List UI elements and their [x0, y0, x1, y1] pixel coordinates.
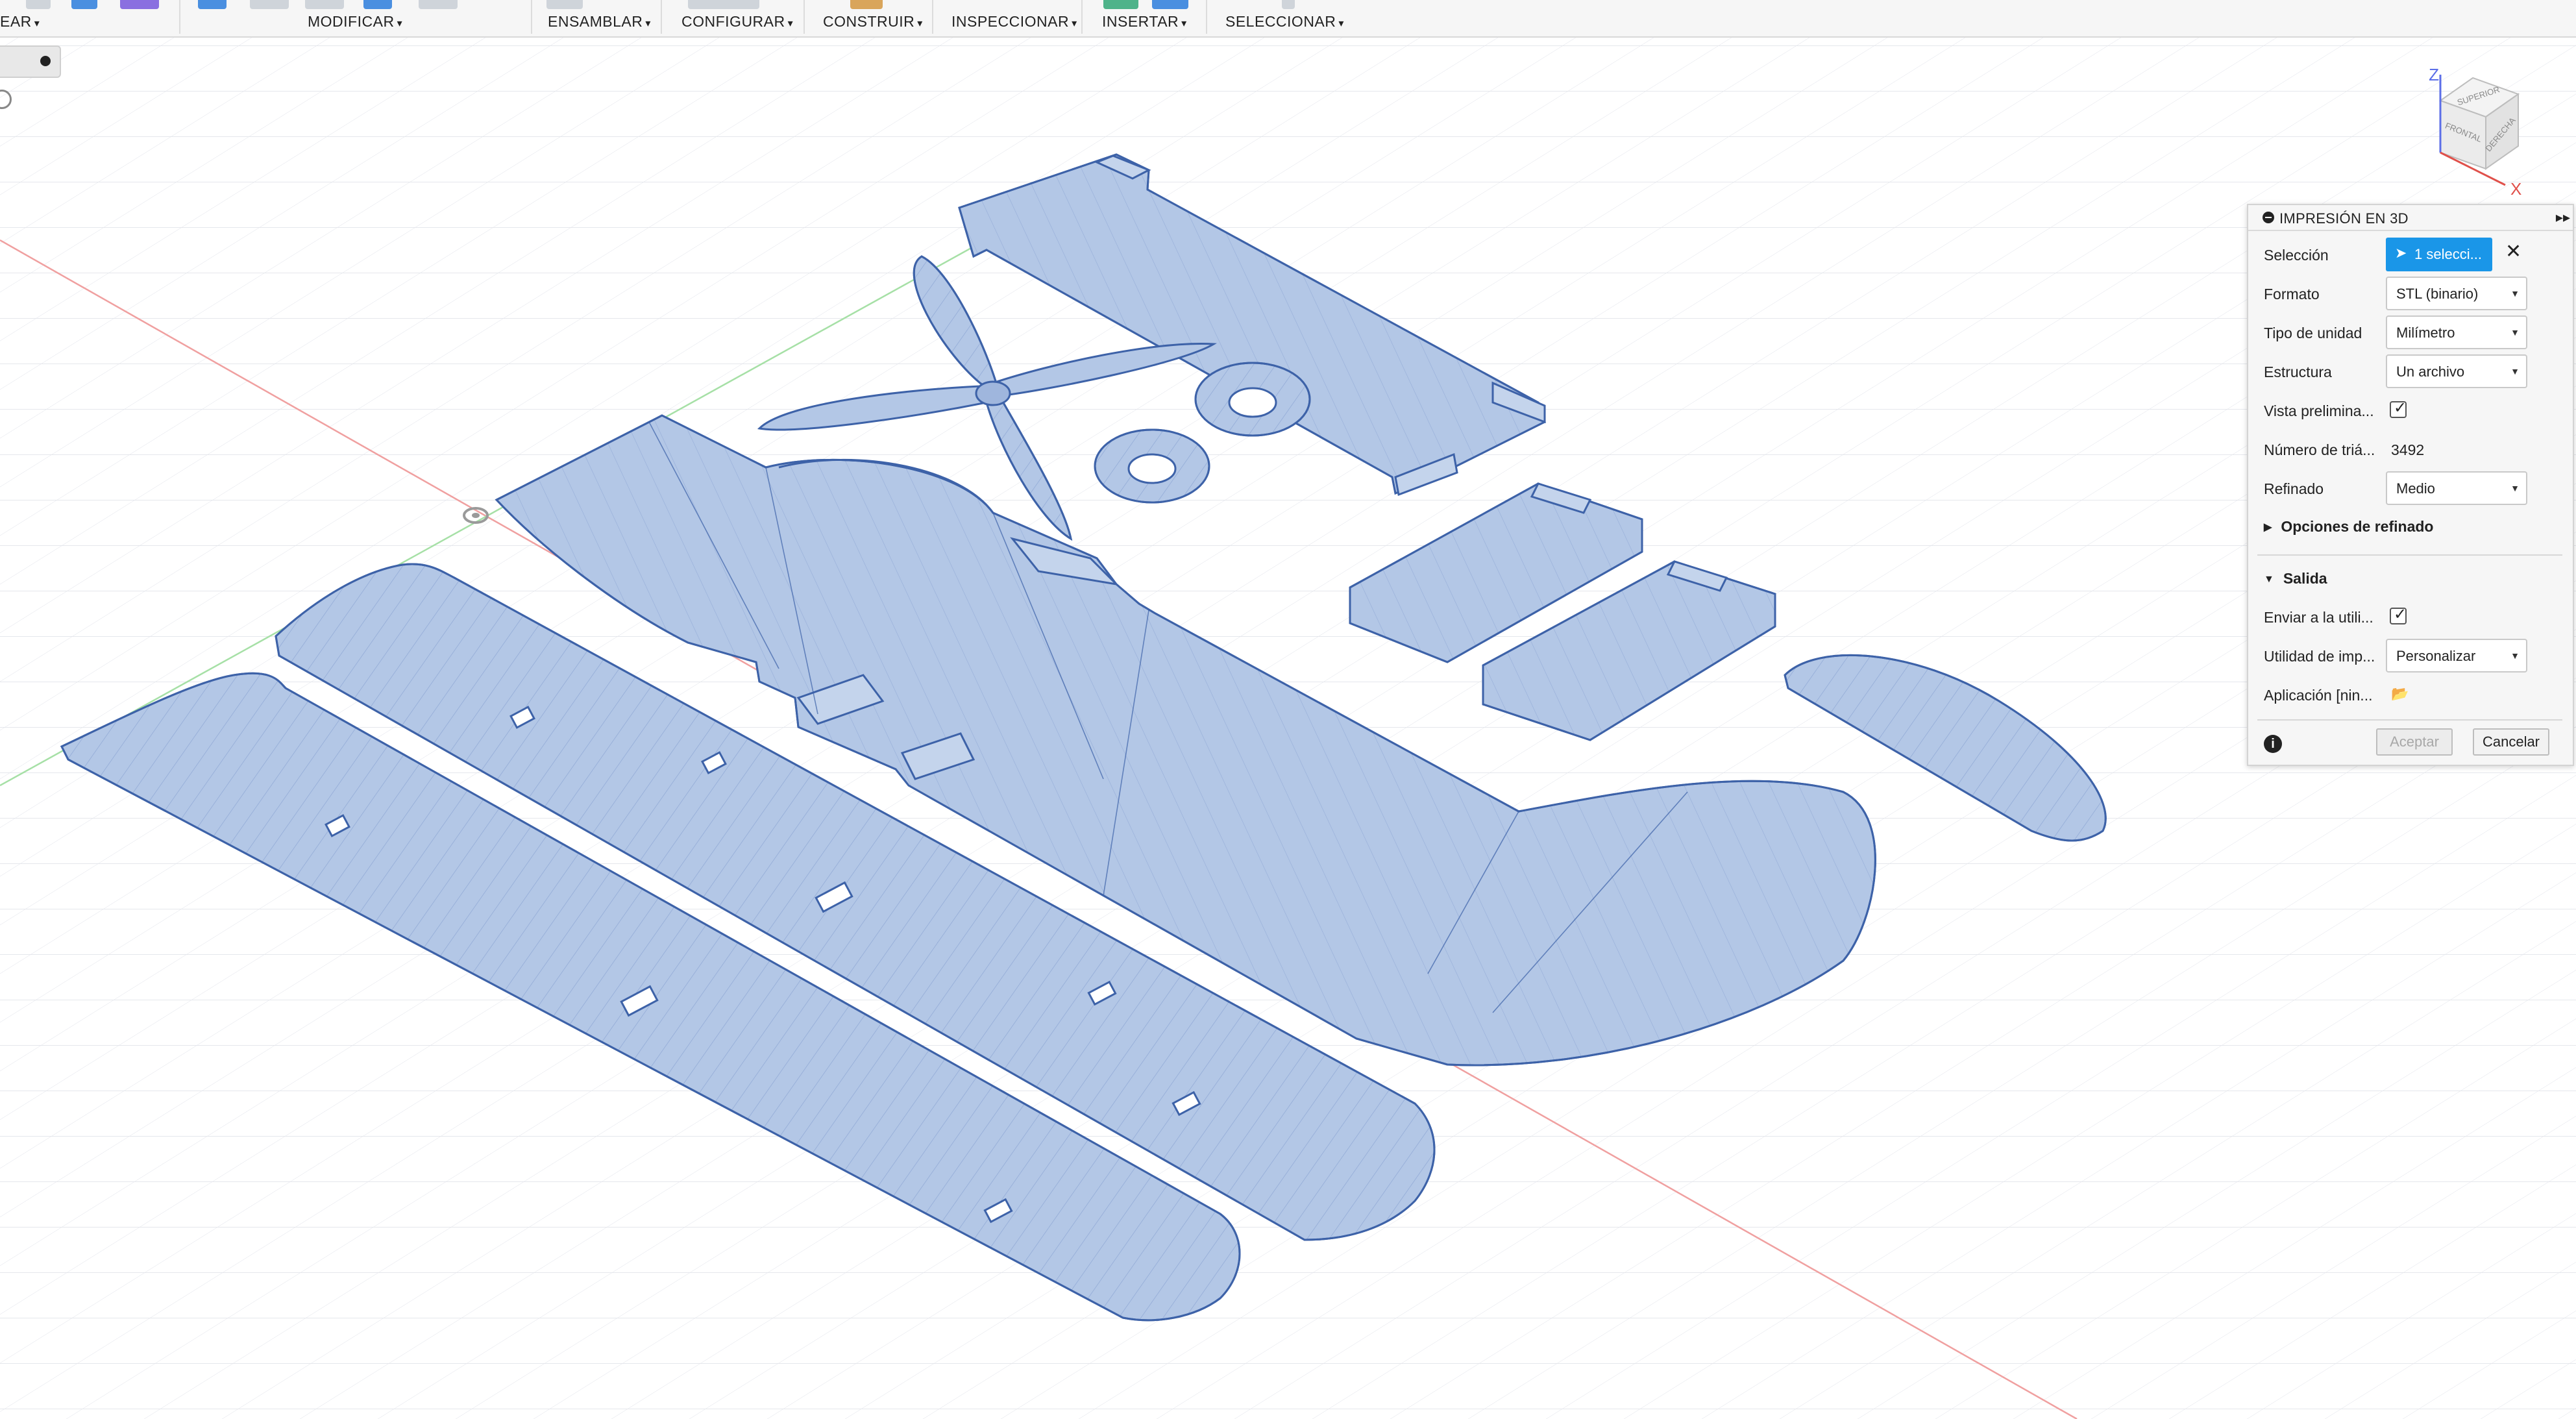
- numero-triangulos-value: 3492: [2391, 441, 2425, 458]
- clear-selection-icon[interactable]: ✕: [2505, 240, 2521, 263]
- print-3d-dialog: IMPRESIÓN EN 3D ▸▸ Selección ➤ 1 selecci…: [2247, 204, 2574, 766]
- accept-button[interactable]: Aceptar: [2376, 728, 2453, 756]
- chevron-down-icon: ▼: [2510, 366, 2520, 376]
- collapse-down-icon: ▼: [2264, 574, 2274, 585]
- estructura-dropdown[interactable]: Un archivo ▼: [2386, 354, 2527, 388]
- x-axis-label: X: [2510, 179, 2521, 199]
- menu-crear-label: EAR: [0, 13, 32, 30]
- refinado-dropdown[interactable]: Medio ▼: [2386, 471, 2527, 505]
- fillet-icon[interactable]: [250, 0, 289, 9]
- chevron-down-icon: ▾: [1072, 18, 1077, 29]
- collapse-dot-icon: [40, 56, 51, 66]
- formato-value: STL (binario): [2396, 286, 2479, 302]
- chevron-down-icon: ▼: [2510, 327, 2520, 338]
- opciones-refinado-section[interactable]: ▶ Opciones de refinado: [2264, 518, 2433, 536]
- utilidad-impresion-dropdown[interactable]: Personalizar ▼: [2386, 639, 2527, 672]
- estructura-label: Estructura: [2264, 364, 2332, 380]
- checkmark-icon: ✓: [2394, 399, 2407, 417]
- numero-triangulos-label: Número de triá...: [2264, 441, 2375, 458]
- menu-seleccionar-label: SELECCIONAR: [1225, 13, 1336, 30]
- section-divider: [2257, 719, 2562, 721]
- scale-icon[interactable]: [419, 0, 458, 9]
- info-icon[interactable]: i: [2264, 735, 2282, 753]
- dialog-title: IMPRESIÓN EN 3D: [2279, 210, 2409, 227]
- menu-construir[interactable]: CONSTRUIR ▾: [822, 0, 926, 36]
- enviar-utilidad-label: Enviar a la utili...: [2264, 609, 2374, 626]
- utilidad-impresion-value: Personalizar: [2396, 648, 2476, 664]
- utilidad-impresion-label: Utilidad de imp...: [2264, 648, 2375, 665]
- salida-label: Salida: [2283, 570, 2327, 587]
- chevron-down-icon: ▾: [787, 18, 794, 29]
- chevron-down-icon: ▼: [2510, 650, 2520, 661]
- chevron-down-icon: ▾: [397, 18, 403, 29]
- menu-insertar-label: INSERTAR: [1102, 13, 1179, 30]
- salida-section[interactable]: ▼ Salida: [2264, 570, 2327, 587]
- tipo-unidad-dropdown[interactable]: Milímetro ▼: [2386, 315, 2527, 349]
- chevron-down-icon: ▾: [1338, 18, 1344, 29]
- toolbar-divider: [1206, 0, 1207, 34]
- expand-right-icon: ▶: [2264, 522, 2272, 533]
- toolbar-divider: [932, 0, 933, 34]
- chevron-down-icon: ▾: [1181, 18, 1187, 29]
- ring-part-1[interactable]: [1194, 362, 1311, 437]
- menu-modificar-label: MODIFICAR: [308, 13, 395, 30]
- folder-icon[interactable]: 📂: [2391, 685, 2409, 702]
- browser-collapse-chip[interactable]: [0, 45, 61, 78]
- estructura-value: Un archivo: [2396, 364, 2465, 380]
- menu-insertar[interactable]: INSERTAR ▾: [1101, 0, 1198, 36]
- dialog-header: IMPRESIÓN EN 3D ▸▸: [2248, 205, 2573, 231]
- toolbar-divider: [803, 0, 805, 34]
- selection-button[interactable]: ➤ 1 selecci...: [2386, 238, 2492, 271]
- toolbar: EAR ▾ MODIFICAR ▾ ENSAMBLAR ▾ CONFIGURAR ▾ C…: [0, 0, 2576, 38]
- refinado-label: Refinado: [2264, 480, 2324, 497]
- aplicacion-label: Aplicación [nin...: [2264, 687, 2373, 704]
- menu-configurar-label: CONFIGURAR: [681, 13, 785, 30]
- chevron-down-icon: ▾: [645, 18, 651, 29]
- menu-ensamblar[interactable]: ENSAMBLAR ▾: [546, 0, 650, 36]
- ring-part-2[interactable]: [1094, 428, 1210, 504]
- selection-count: 1 selecci...: [2414, 246, 2482, 262]
- section-divider: [2257, 554, 2562, 556]
- press-pull-icon[interactable]: [198, 0, 227, 9]
- menu-ensamblar-label: ENSAMBLAR: [548, 13, 643, 30]
- vista-preliminar-checkbox[interactable]: ✓: [2390, 399, 2407, 418]
- vista-preliminar-label: Vista prelimina...: [2264, 402, 2374, 419]
- checkmark-icon: ✓: [2394, 605, 2407, 623]
- chevron-down-icon: ▼: [2510, 483, 2520, 493]
- opciones-refinado-label: Opciones de refinado: [2281, 518, 2434, 535]
- menu-seleccionar[interactable]: SELECCIONAR ▾: [1224, 0, 1347, 36]
- cursor-arrow-icon: ➤: [2395, 245, 2407, 262]
- tipo-unidad-label: Tipo de unidad: [2264, 325, 2362, 341]
- z-axis-label: Z: [2429, 65, 2439, 84]
- toolbar-divider: [661, 0, 662, 34]
- chevron-down-icon: ▾: [917, 18, 923, 29]
- menu-inspeccionar-label: INSPECCIONAR: [951, 13, 1070, 30]
- tipo-unidad-value: Milímetro: [2396, 325, 2455, 341]
- expand-dialog-icon[interactable]: ▸▸: [2556, 209, 2570, 226]
- cancel-button[interactable]: Cancelar: [2473, 728, 2549, 756]
- menu-crear[interactable]: EAR ▾: [0, 0, 175, 36]
- chevron-down-icon: ▾: [34, 18, 40, 29]
- chevron-down-icon: ▼: [2510, 288, 2520, 299]
- menu-construir-label: CONSTRUIR: [823, 13, 915, 30]
- toolbar-divider: [1081, 0, 1083, 34]
- refinado-value: Medio: [2396, 480, 2435, 497]
- menu-inspeccionar[interactable]: INSPECCIONAR ▾: [950, 0, 1077, 36]
- toolbar-divider: [179, 0, 180, 34]
- collapse-dialog-icon[interactable]: [2263, 212, 2274, 223]
- formato-dropdown[interactable]: STL (binario) ▼: [2386, 277, 2527, 310]
- menu-modificar[interactable]: MODIFICAR ▾: [305, 0, 402, 36]
- menu-configurar[interactable]: CONFIGURAR ▾: [679, 0, 796, 36]
- enviar-utilidad-checkbox[interactable]: ✓: [2390, 605, 2407, 624]
- canvas-viewport[interactable]: [0, 38, 2576, 1419]
- toolbar-divider: [531, 0, 532, 34]
- view-cube[interactable]: Z X SUPERIOR FRONTAL DERECHA: [2395, 65, 2551, 201]
- seleccion-label: Selección: [2264, 247, 2329, 264]
- formato-label: Formato: [2264, 286, 2320, 302]
